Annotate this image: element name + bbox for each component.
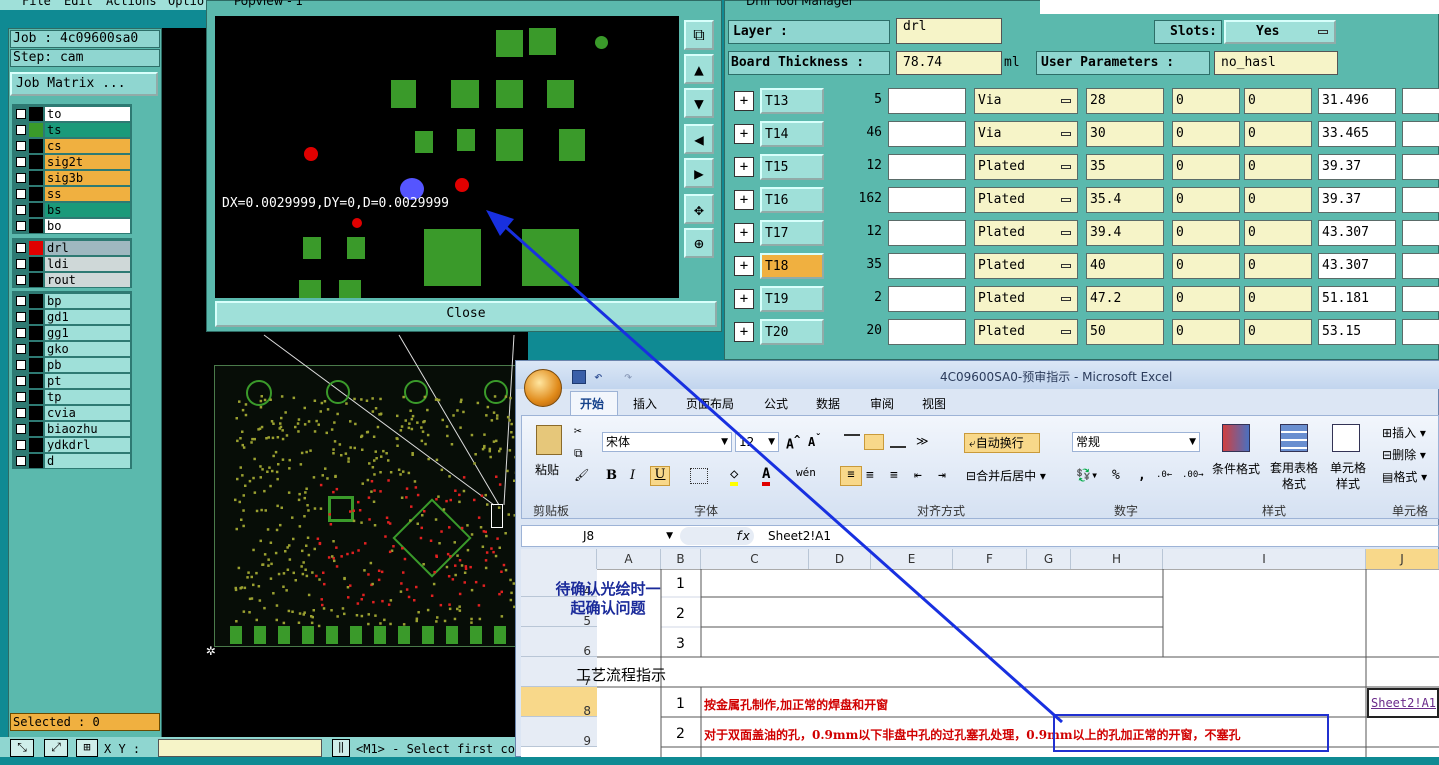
- layer-name: cs: [45, 138, 130, 153]
- layer-row[interactable]: bs: [14, 202, 130, 217]
- layer-checkbox[interactable]: [16, 220, 26, 231]
- layer-checkbox[interactable]: [16, 375, 26, 386]
- layer-checkbox[interactable]: [16, 311, 26, 322]
- layer-swatch: [29, 240, 43, 255]
- layer-checkbox[interactable]: [16, 391, 26, 402]
- layer-row[interactable]: bo: [14, 218, 130, 233]
- layer-checkbox[interactable]: [16, 258, 26, 269]
- layer-row[interactable]: rout: [14, 272, 130, 287]
- layer-checkbox[interactable]: [16, 359, 26, 370]
- layer-checkbox[interactable]: [16, 343, 26, 354]
- layer-name: gg1: [45, 325, 130, 340]
- layer-swatch: [29, 154, 43, 169]
- layer-checkbox[interactable]: [16, 295, 26, 306]
- layer-swatch: [29, 272, 43, 287]
- layer-name: d: [45, 453, 130, 468]
- layer-swatch: [29, 389, 43, 404]
- layer-row[interactable]: to: [14, 106, 130, 121]
- layer-name: pb: [45, 357, 130, 372]
- layer-name: ldi: [45, 256, 130, 271]
- layer-name: ydkdrl: [45, 437, 130, 452]
- layer-swatch: [29, 122, 43, 137]
- layer-name: bp: [45, 293, 130, 308]
- layer-checkbox[interactable]: [16, 204, 26, 215]
- layer-checkbox[interactable]: [16, 188, 26, 199]
- layer-swatch: [29, 373, 43, 388]
- layer-row[interactable]: d: [14, 453, 130, 468]
- layer-row[interactable]: ts: [14, 122, 130, 137]
- layer-swatch: [29, 309, 43, 324]
- layer-name: drl: [45, 240, 130, 255]
- layer-swatch: [29, 138, 43, 153]
- layer-name: tp: [45, 389, 130, 404]
- layer-row[interactable]: ydkdrl: [14, 437, 130, 452]
- layer-swatch: [29, 218, 43, 233]
- layer-name: sig3b: [45, 170, 130, 185]
- layer-row[interactable]: bp: [14, 293, 130, 308]
- layer-checkbox[interactable]: [16, 156, 26, 167]
- layer-row[interactable]: pt: [14, 373, 130, 388]
- layer-name: cvia: [45, 405, 130, 420]
- layer-name: gko: [45, 341, 130, 356]
- layer-name: rout: [45, 272, 130, 287]
- layer-checkbox[interactable]: [16, 327, 26, 338]
- layer-swatch: [29, 170, 43, 185]
- layer-row[interactable]: ldi: [14, 256, 130, 271]
- layer-swatch: [29, 256, 43, 271]
- layer-row[interactable]: biaozhu: [14, 421, 130, 436]
- layer-name: pt: [45, 373, 130, 388]
- layer-swatch: [29, 293, 43, 308]
- layer-name: biaozhu: [45, 421, 130, 436]
- layer-name: ss: [45, 186, 130, 201]
- layer-swatch: [29, 202, 43, 217]
- layer-row[interactable]: sig2t: [14, 154, 130, 169]
- layer-swatch: [29, 421, 43, 436]
- layer-checkbox[interactable]: [16, 423, 26, 434]
- layer-name: sig2t: [45, 154, 130, 169]
- layer-swatch: [29, 437, 43, 452]
- layer-name: ts: [45, 122, 130, 137]
- layer-checkbox[interactable]: [16, 407, 26, 418]
- layer-swatch: [29, 325, 43, 340]
- layer-swatch: [29, 106, 43, 121]
- layer-row[interactable]: cs: [14, 138, 130, 153]
- layer-name: gd1: [45, 309, 130, 324]
- layer-row[interactable]: ss: [14, 186, 130, 201]
- layer-checkbox[interactable]: [16, 439, 26, 450]
- layer-row[interactable]: gd1: [14, 309, 130, 324]
- layer-swatch: [29, 357, 43, 372]
- layer-swatch: [29, 341, 43, 356]
- layer-checkbox[interactable]: [16, 140, 26, 151]
- layer-row[interactable]: gko: [14, 341, 130, 356]
- layer-checkbox[interactable]: [16, 274, 26, 285]
- layer-checkbox[interactable]: [16, 455, 26, 466]
- layer-row[interactable]: tp: [14, 389, 130, 404]
- layer-swatch: [29, 405, 43, 420]
- layer-swatch: [29, 186, 43, 201]
- layer-name: to: [45, 106, 130, 121]
- layer-row[interactable]: gg1: [14, 325, 130, 340]
- layer-checkbox[interactable]: [16, 108, 26, 119]
- layer-name: bo: [45, 218, 130, 233]
- layer-swatch: [29, 453, 43, 468]
- layer-row[interactable]: pb: [14, 357, 130, 372]
- layer-checkbox[interactable]: [16, 242, 26, 253]
- layer-row[interactable]: cvia: [14, 405, 130, 420]
- layer-name: bs: [45, 202, 130, 217]
- annotation-arrow: [486, 210, 1063, 724]
- layer-checkbox[interactable]: [16, 124, 26, 135]
- layer-row[interactable]: sig3b: [14, 170, 130, 185]
- layer-row[interactable]: drl: [14, 240, 130, 255]
- layer-checkbox[interactable]: [16, 172, 26, 183]
